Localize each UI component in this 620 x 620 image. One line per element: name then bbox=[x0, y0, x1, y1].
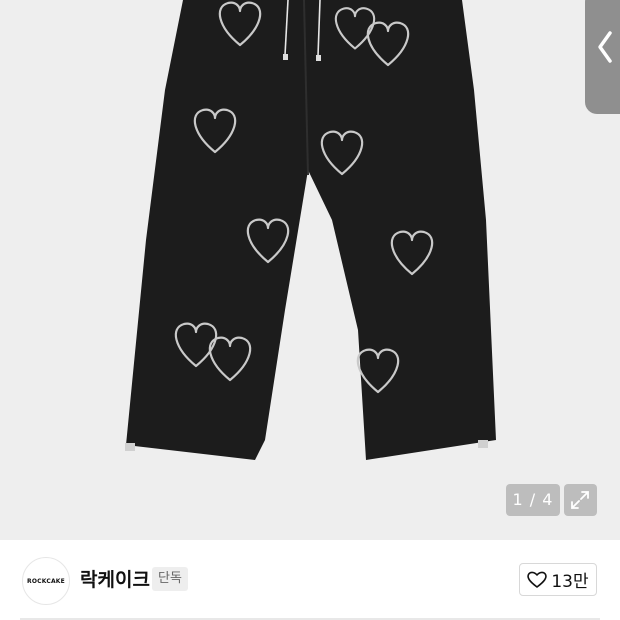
image-counter: 1 / 4 bbox=[506, 484, 560, 516]
product-image bbox=[125, 0, 496, 460]
back-tab[interactable] bbox=[585, 0, 620, 114]
shop-info-bar: ROCKCAKE 락케이크 단독 13만 bbox=[0, 540, 620, 620]
like-button[interactable]: 13만 bbox=[519, 563, 597, 596]
shop-logo[interactable]: ROCKCAKE bbox=[22, 557, 70, 605]
shop-logo-text: ROCKCAKE bbox=[27, 577, 65, 585]
expand-button[interactable] bbox=[564, 484, 597, 516]
heart-outline-icon bbox=[527, 571, 548, 588]
like-count: 13만 bbox=[551, 572, 589, 592]
exclusive-badge: 단독 bbox=[152, 567, 188, 591]
chevron-left-icon bbox=[598, 31, 612, 63]
product-image-gallery[interactable]: 1 / 4 bbox=[0, 0, 620, 540]
shop-name[interactable]: 락케이크 bbox=[80, 565, 150, 592]
expand-arrows-icon bbox=[571, 491, 589, 509]
